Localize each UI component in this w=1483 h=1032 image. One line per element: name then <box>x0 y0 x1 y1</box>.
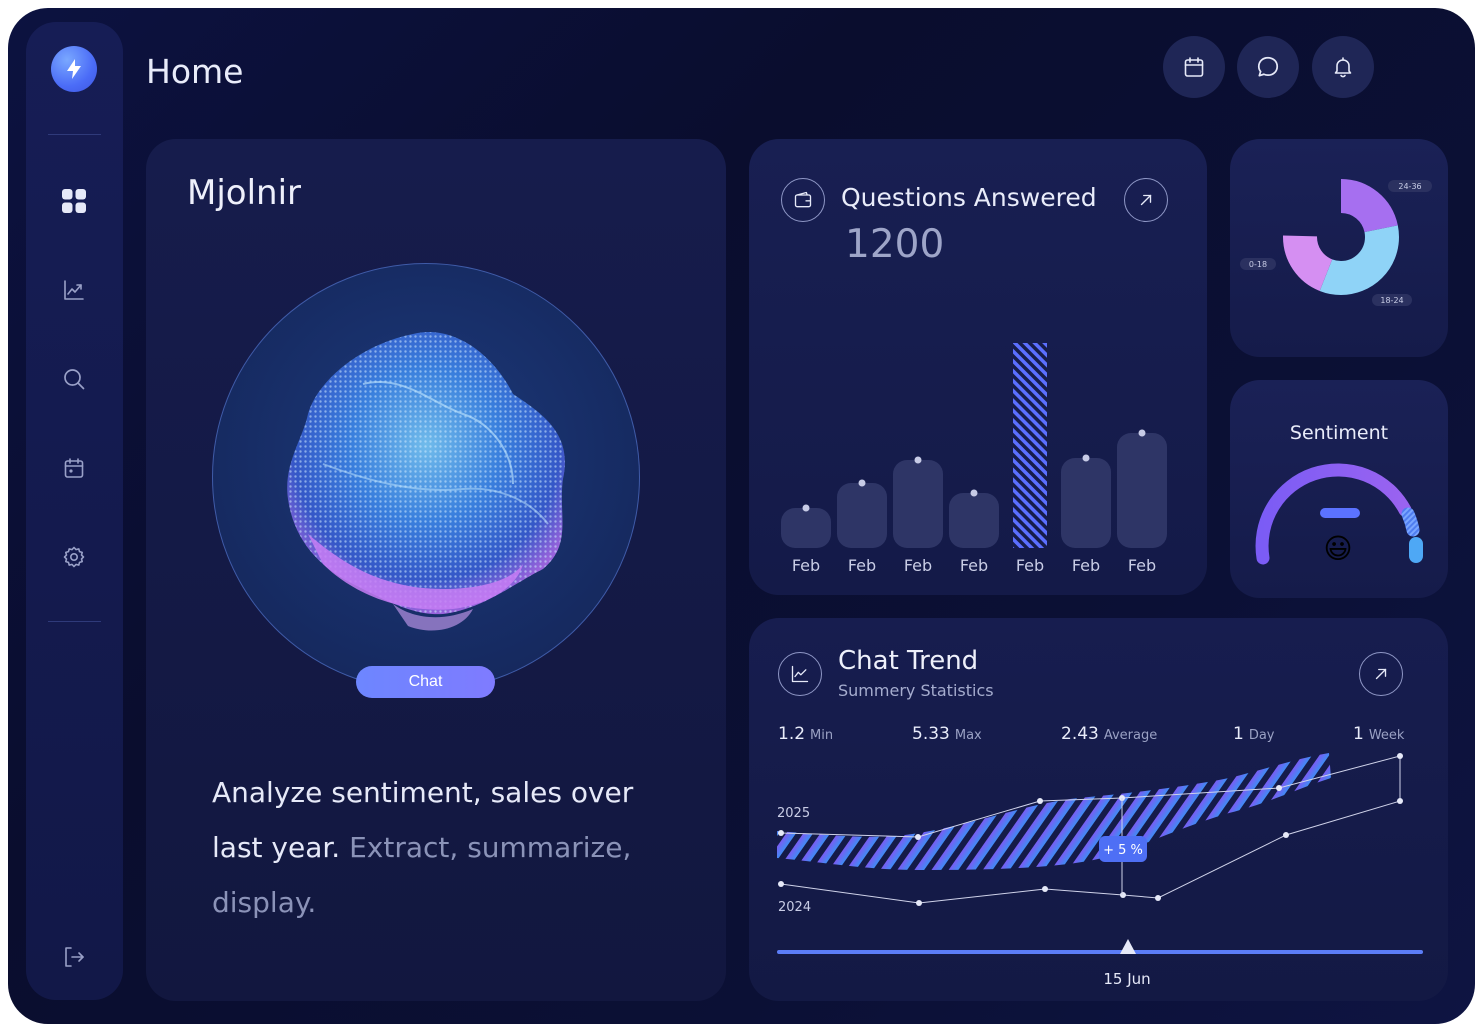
assistant-card: Mjolnir Chat Analyze sentiment, sales ov… <box>146 139 726 1001</box>
bar-top-marker <box>802 504 810 512</box>
notifications-button[interactable] <box>1312 36 1374 98</box>
bar[interactable] <box>1061 458 1111 548</box>
bar-top-marker <box>1138 429 1146 437</box>
gauge-end-cap <box>1409 537 1423 563</box>
search-icon[interactable] <box>59 364 89 394</box>
bar[interactable] <box>837 483 887 548</box>
logout-icon[interactable] <box>59 942 89 972</box>
lightning-logo-icon[interactable] <box>51 46 97 92</box>
settings-gear-icon[interactable] <box>59 542 89 572</box>
donut-label-18-24: 18-24 <box>1380 296 1403 305</box>
bar-top-marker <box>970 489 978 497</box>
timeline-slider-track[interactable] <box>777 950 1423 954</box>
label-2025: 2025 <box>777 806 810 821</box>
assistant-description: Analyze sentiment, sales over last year.… <box>212 765 652 930</box>
chat-trend-card: Chat Trend Summery Statistics 1.2 Min 5.3… <box>749 618 1448 1001</box>
bar[interactable] <box>1117 433 1167 548</box>
bar[interactable] <box>893 460 943 548</box>
chart-icon[interactable] <box>59 275 89 305</box>
chat-bubble-icon <box>1257 56 1279 77</box>
sidebar-divider <box>48 134 101 135</box>
timeline-slider-handle[interactable] <box>1120 939 1136 954</box>
particle-sphere <box>287 332 565 631</box>
age-donut-chart: 24-36 0-18 18-24 <box>1240 179 1432 306</box>
messages-button[interactable] <box>1237 36 1299 98</box>
bell-icon <box>1334 57 1352 78</box>
chat-button[interactable]: Chat <box>356 666 495 698</box>
bar-category-label: Feb <box>960 556 988 575</box>
dashboard-icon[interactable] <box>59 186 89 216</box>
calendar-button[interactable] <box>1163 36 1225 98</box>
sentiment-card: Sentiment 😃 <box>1230 380 1448 598</box>
bar[interactable] <box>949 493 999 548</box>
sidebar-divider <box>48 621 101 622</box>
bar[interactable] <box>1013 343 1047 548</box>
bar-category-label: Feb <box>792 556 820 575</box>
bar-category-label: Feb <box>848 556 876 575</box>
questions-bar-chart: Feb Feb Feb Feb Feb Feb Feb <box>781 343 1167 575</box>
app-window: Home Mjolnir Chat Analyze sentiment, sal… <box>8 8 1475 1024</box>
page-title: Home <box>146 52 244 91</box>
donut-label-0-18: 0-18 <box>1249 260 1267 269</box>
trend-line-chart: 2025 2024 + 5 % 15 Jun <box>777 753 1423 988</box>
age-donut-card: 24-36 0-18 18-24 <box>1230 139 1448 357</box>
bar-top-marker <box>1082 454 1090 462</box>
bar[interactable] <box>781 508 831 548</box>
smiley-emoji-icon: 😃 <box>1323 532 1352 565</box>
label-2024: 2024 <box>778 900 811 915</box>
bar-category-label: Feb <box>1072 556 1100 575</box>
trend-band <box>777 753 1331 870</box>
donut-label-24-36: 24-36 <box>1398 182 1421 191</box>
bar-top-marker <box>858 479 866 487</box>
calendar-icon <box>1184 57 1204 77</box>
bar-category-label: Feb <box>904 556 932 575</box>
gauge-arc-striped <box>1401 507 1420 537</box>
assistant-name: Mjolnir <box>187 173 302 213</box>
gauge-needle-pill <box>1320 508 1360 518</box>
calendar-icon[interactable] <box>59 453 89 483</box>
sidebar <box>26 22 123 1000</box>
timeline-slider-label: 15 Jun <box>1103 970 1150 988</box>
sentiment-gauge: 😃 <box>1255 463 1423 565</box>
bar-category-label: Feb <box>1128 556 1156 575</box>
bar-top-marker <box>914 456 922 464</box>
change-badge-text: + 5 % <box>1103 843 1143 858</box>
questions-answered-card: Questions Answered 1200 Feb Feb Feb Feb Feb F… <box>749 139 1207 595</box>
bar-category-label: Feb <box>1016 556 1044 575</box>
ai-orb-visual <box>212 263 640 691</box>
